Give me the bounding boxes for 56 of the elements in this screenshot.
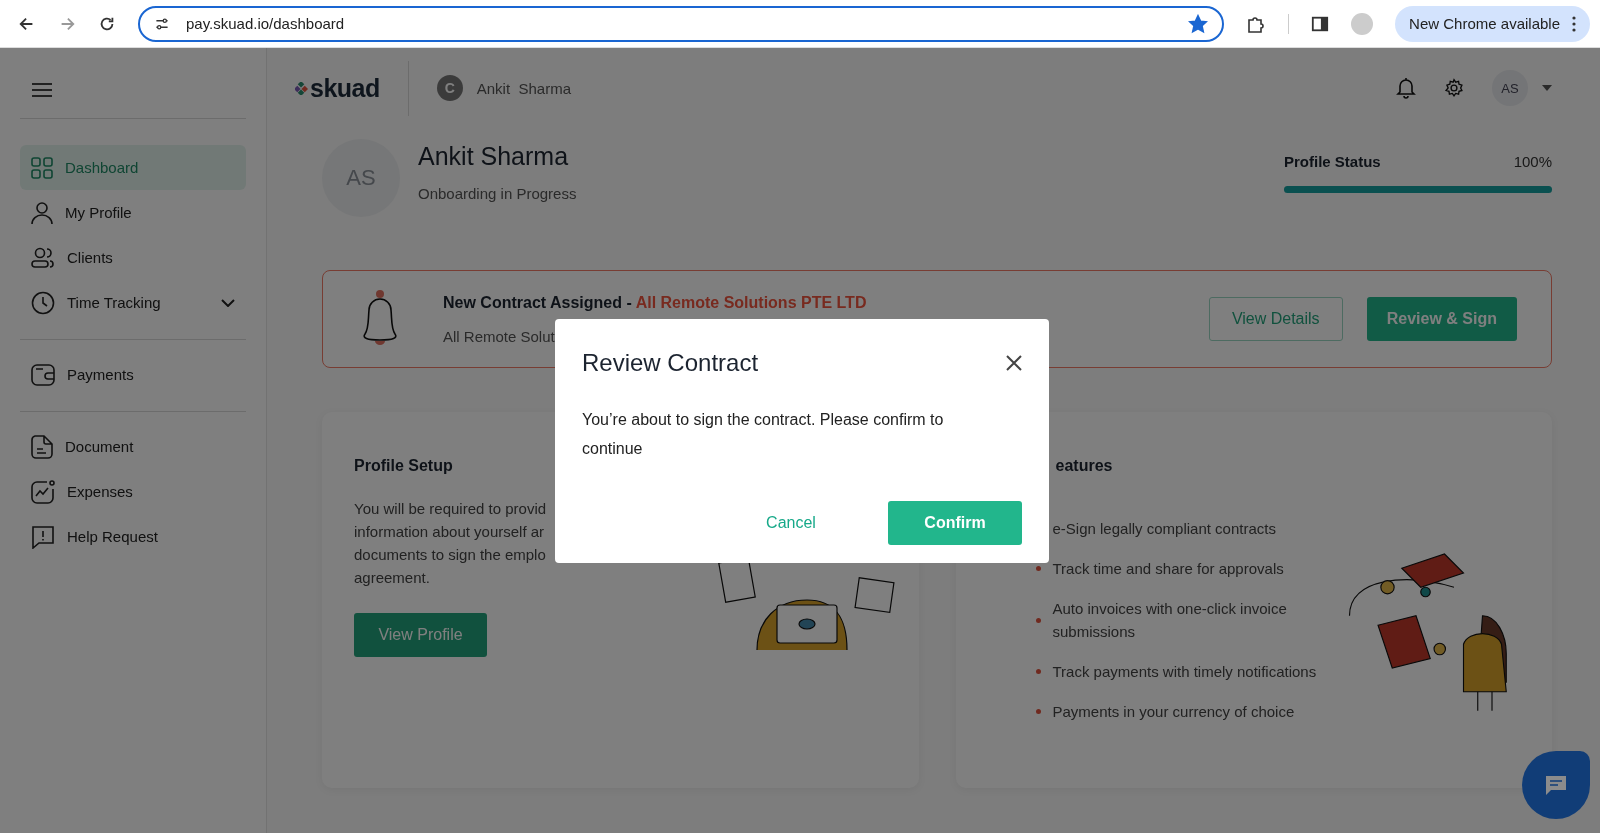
dialog-button[interactable]: Confirm bbox=[888, 501, 1022, 545]
settings-icon[interactable] bbox=[1444, 78, 1464, 98]
company-user-name[interactable]: Ankit Sharma bbox=[476, 79, 571, 97]
close-icon[interactable] bbox=[1006, 355, 1022, 371]
feature-text: Auto invoices with one-click invoice submissions bbox=[1052, 599, 1288, 642]
users-icon bbox=[31, 246, 55, 269]
card-title: eatures bbox=[1054, 457, 1114, 475]
chevron-down-icon[interactable] bbox=[221, 298, 235, 307]
profile-name: Ankit Sharma bbox=[418, 142, 570, 171]
user-icon bbox=[31, 200, 53, 225]
sidebar-item[interactable]: My Profile bbox=[20, 190, 246, 235]
contract-action-button[interactable]: View Details bbox=[1208, 297, 1343, 341]
card-description: You will be required to provid information about yourself ar documents to sign the emplo agreement. bbox=[354, 499, 547, 588]
alert-title: New Contract Assigned - All Remote Solutions PTE LTD bbox=[443, 293, 867, 312]
bullet-icon bbox=[1035, 617, 1041, 623]
progress-label: Profile Status bbox=[1284, 153, 1381, 170]
alert-message-icon bbox=[31, 524, 55, 549]
dialog-message: You’re about to sign the contract. Please confirm to continue bbox=[582, 410, 945, 459]
sidebar-item[interactable]: Time Tracking bbox=[20, 280, 246, 325]
dialog-button[interactable]: Cancel bbox=[724, 501, 858, 545]
chat-icon bbox=[1544, 774, 1568, 796]
onboarding-status: Onboarding in Progress bbox=[418, 185, 577, 202]
sidebar-item[interactable]: Document bbox=[20, 424, 246, 469]
sidebar-item[interactable]: Payments bbox=[20, 352, 246, 397]
progress-reading: 100% bbox=[1513, 153, 1552, 170]
dialog-title: Review Contract bbox=[582, 349, 759, 377]
card-title: Profile Setup bbox=[354, 457, 454, 475]
clock-icon bbox=[31, 290, 55, 315]
bullet-icon bbox=[1035, 566, 1041, 571]
menu-icon[interactable] bbox=[32, 82, 52, 98]
bookmark-star-icon[interactable] bbox=[1188, 13, 1209, 34]
side-panel-icon[interactable] bbox=[1311, 14, 1330, 33]
wallet-icon bbox=[31, 363, 55, 386]
bullet-icon bbox=[1035, 669, 1041, 674]
logo-mark-icon bbox=[295, 81, 308, 95]
caret-icon[interactable] bbox=[1542, 85, 1552, 91]
logo[interactable]: skuad bbox=[295, 73, 380, 103]
document-icon bbox=[31, 434, 53, 459]
feature-text: e-Sign legally compliant contracts bbox=[1052, 519, 1276, 539]
sidebar-item[interactable]: Clients bbox=[20, 235, 246, 280]
update-chrome-button[interactable]: New Chrome available bbox=[1395, 5, 1590, 42]
view-profile-button[interactable]: View Profile bbox=[354, 613, 487, 657]
sidebar-item[interactable]: Dashboard bbox=[20, 145, 246, 190]
feature-text: Track payments with timely notifications bbox=[1052, 662, 1317, 682]
company-avatar[interactable]: C bbox=[436, 75, 463, 101]
notification-bell-icon[interactable] bbox=[1396, 77, 1416, 99]
user-avatar[interactable]: AS bbox=[1492, 70, 1528, 106]
feature-text: Payments in your currency of choice bbox=[1052, 702, 1295, 722]
kebab-menu-icon[interactable] bbox=[1572, 15, 1576, 32]
sidebar-item[interactable]: Expenses bbox=[20, 469, 246, 514]
sidebar-item[interactable]: Help Request bbox=[20, 514, 246, 559]
chart-icon bbox=[31, 479, 55, 504]
grid-icon bbox=[31, 156, 53, 179]
feature-text: Track time and share for approvals bbox=[1052, 559, 1284, 579]
address-bar[interactable]: pay.skuad.io/dashboard bbox=[138, 5, 1225, 42]
bullet-icon bbox=[1035, 709, 1041, 714]
